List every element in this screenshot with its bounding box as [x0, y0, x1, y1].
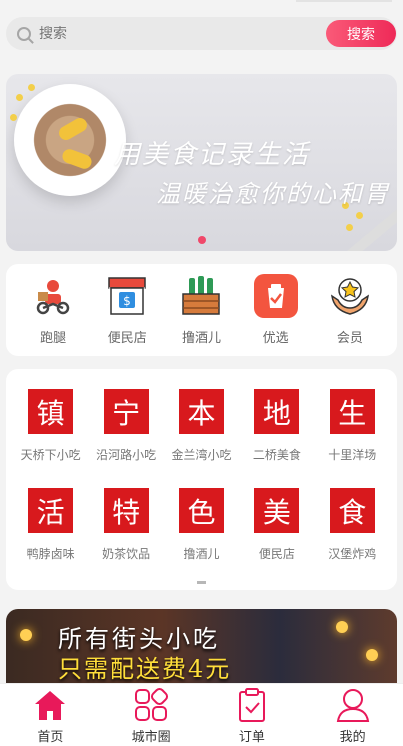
corn-kernel [356, 212, 363, 219]
store-icon: $ [105, 274, 149, 318]
category-item[interactable]: 活 鸭脖卤味 [15, 488, 87, 562]
category-grid: 镇 天桥下小吃 宁 沿河路小吃 本 金兰湾小吃 地 二桥美食 生 十里洋场 活 … [6, 369, 397, 590]
quick-item-label: 跑腿 [40, 331, 67, 346]
home-icon [32, 687, 68, 723]
lamp-decoration [336, 621, 348, 633]
quick-item-label: 会员 [336, 331, 363, 346]
category-label: 汉堡炸鸡 [328, 547, 377, 561]
category-label: 沿河路小吃 [96, 448, 157, 462]
category-item[interactable]: 色 撸酒儿 [165, 488, 237, 562]
category-tile: 地 [254, 389, 300, 434]
promo-line-2: 只需配送费4元 [58, 655, 232, 683]
quick-item-label: 优选 [262, 331, 289, 346]
quick-item-store[interactable]: $ 便民店 [97, 264, 157, 356]
category-item[interactable]: 食 汉堡炸鸡 [316, 488, 388, 562]
quick-item-label: 便民店 [107, 331, 147, 346]
bottom-tab-bar: 首页 城市圈 订单 我的 [0, 683, 403, 746]
quick-item-errand[interactable]: 跑腿 [23, 264, 83, 356]
category-label: 奶茶饮品 [102, 547, 151, 561]
banner-line-2: 温暖治愈你的心和胃 [156, 180, 390, 208]
carousel-dot-active[interactable] [198, 236, 206, 244]
category-label: 便民店 [258, 547, 295, 561]
beer-crate-icon [179, 274, 223, 318]
category-item[interactable]: 本 金兰湾小吃 [165, 389, 237, 463]
tab-label: 城市圈 [131, 730, 171, 745]
category-item[interactable]: 生 十里洋场 [316, 389, 388, 463]
category-label: 天桥下小吃 [20, 448, 81, 462]
corn-kernel [346, 224, 353, 231]
profile-icon [335, 687, 371, 723]
category-tile: 生 [329, 389, 375, 434]
category-label: 撸酒儿 [183, 547, 220, 561]
corn-kernel [10, 114, 17, 121]
search-bar[interactable]: 搜索 [6, 17, 397, 50]
category-item[interactable]: 特 奶茶饮品 [90, 488, 162, 562]
order-clipboard-icon [234, 687, 270, 723]
category-item[interactable]: 地 二桥美食 [241, 389, 313, 463]
tab-city-circle[interactable]: 城市圈 [101, 684, 202, 746]
category-label: 金兰湾小吃 [171, 448, 232, 462]
category-tile: 色 [178, 488, 224, 533]
category-tile: 活 [28, 488, 74, 533]
svg-text:$: $ [123, 294, 131, 308]
promo-banner[interactable]: 所有街头小吃 只需配送费4元 [6, 609, 397, 689]
category-item[interactable]: 镇 天桥下小吃 [15, 389, 87, 463]
category-tile: 本 [178, 389, 224, 434]
category-tile: 特 [103, 488, 149, 533]
tab-label: 我的 [339, 730, 366, 745]
category-tile: 美 [254, 488, 300, 533]
banner-carousel[interactable]: 用美食记录生活 温暖治愈你的心和胃 [6, 74, 397, 251]
category-item[interactable]: 宁 沿河路小吃 [90, 389, 162, 463]
banner-line-1: 用美食记录生活 [114, 140, 311, 170]
delivery-rider-icon [31, 274, 75, 318]
lamp-decoration [20, 629, 32, 641]
category-label: 二桥美食 [252, 448, 301, 462]
quick-item-member[interactable]: 会员 [320, 264, 380, 356]
category-item[interactable]: 美 便民店 [241, 488, 313, 562]
category-label: 鸭脖卤味 [26, 547, 75, 561]
top-divider [296, 0, 392, 2]
corn-kernel [28, 84, 35, 91]
quick-item-drinks[interactable]: 撸酒儿 [171, 264, 231, 356]
tab-label: 订单 [238, 730, 265, 745]
search-button[interactable]: 搜索 [326, 20, 396, 47]
tab-home[interactable]: 首页 [0, 684, 101, 746]
quick-item-selected[interactable]: 优选 [246, 264, 306, 356]
category-tile: 宁 [103, 389, 149, 434]
soup-bowl-image [14, 84, 126, 196]
city-circle-icon [133, 687, 169, 723]
quick-menu: 跑腿 $ 便民店 撸酒儿 优选 会员 [6, 264, 397, 356]
tab-orders[interactable]: 订单 [202, 684, 303, 746]
member-star-icon [328, 274, 372, 318]
lamp-decoration [366, 649, 378, 661]
grid-page-indicator [197, 581, 206, 584]
category-row: 活 鸭脖卤味 特 奶茶饮品 色 撸酒儿 美 便民店 食 汉堡炸鸡 [6, 488, 397, 562]
corn-kernel [16, 94, 23, 101]
tab-label: 首页 [37, 730, 64, 745]
category-row: 镇 天桥下小吃 宁 沿河路小吃 本 金兰湾小吃 地 二桥美食 生 十里洋场 [6, 389, 397, 463]
category-tile: 食 [329, 488, 375, 533]
category-tile: 镇 [28, 389, 74, 434]
selected-goods-icon [253, 274, 298, 318]
category-label: 十里洋场 [328, 448, 377, 462]
search-icon [17, 26, 31, 41]
tab-profile[interactable]: 我的 [302, 684, 403, 746]
quick-item-label: 撸酒儿 [181, 331, 221, 346]
